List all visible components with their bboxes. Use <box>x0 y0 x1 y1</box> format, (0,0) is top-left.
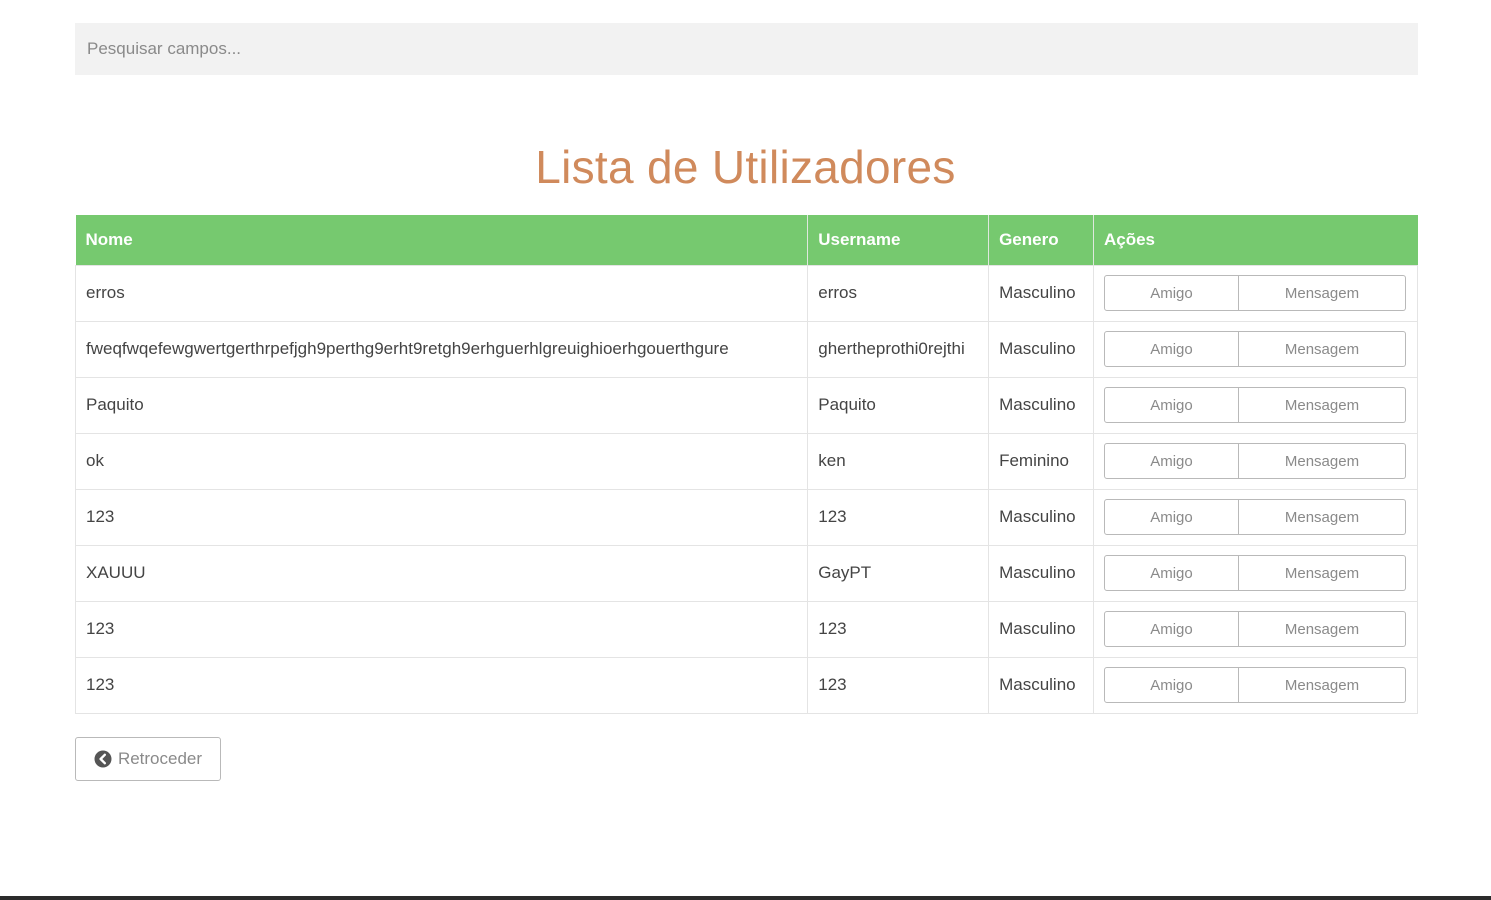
cell-genero: Masculino <box>988 320 1094 377</box>
cell-nome: fweqfwqefewgwertgerthrpefjgh9perthg9erht… <box>74 320 809 377</box>
cell-acoes: Amigo Mensagem <box>1093 320 1419 377</box>
action-button-group: Amigo Mensagem <box>1103 555 1406 591</box>
amigo-button[interactable]: Amigo <box>1103 499 1239 535</box>
amigo-button[interactable]: Amigo <box>1103 611 1239 647</box>
cell-nome: ok <box>74 432 809 489</box>
page-title: Lista de Utilizadores <box>535 141 956 193</box>
action-button-group: Amigo Mensagem <box>1103 499 1406 535</box>
table-row: 123 123 Masculino Amigo Mensagem <box>74 656 1419 714</box>
action-button-group: Amigo Mensagem <box>1103 275 1406 311</box>
users-table: Nome Username Genero Ações erros erros M… <box>74 215 1419 714</box>
cell-acoes: Amigo Mensagem <box>1093 488 1419 545</box>
cell-acoes: Amigo Mensagem <box>1093 376 1419 433</box>
cell-acoes: Amigo Mensagem <box>1093 264 1419 321</box>
cell-acoes: Amigo Mensagem <box>1093 432 1419 489</box>
mensagem-button[interactable]: Mensagem <box>1238 331 1406 367</box>
cell-username: 123 <box>807 656 990 714</box>
window-bottom-edge <box>0 896 1491 900</box>
column-header-nome[interactable]: Nome <box>75 215 809 265</box>
column-header-genero[interactable]: Genero <box>988 215 1094 265</box>
table-row: fweqfwqefewgwertgerthrpefjgh9perthg9erht… <box>74 320 1419 377</box>
table-row: XAUUU GayPT Masculino Amigo Mensagem <box>74 544 1419 601</box>
mensagem-button[interactable]: Mensagem <box>1238 555 1406 591</box>
cell-genero: Masculino <box>988 544 1094 601</box>
action-button-group: Amigo Mensagem <box>1103 387 1406 423</box>
mensagem-button[interactable]: Mensagem <box>1238 499 1406 535</box>
cell-username: 123 <box>807 600 990 657</box>
cell-nome: 123 <box>74 656 809 714</box>
amigo-button[interactable]: Amigo <box>1103 667 1239 703</box>
action-button-group: Amigo Mensagem <box>1103 611 1406 647</box>
table-row: erros erros Masculino Amigo Mensagem <box>74 264 1419 321</box>
action-button-group: Amigo Mensagem <box>1103 331 1406 367</box>
table-row: Paquito Paquito Masculino Amigo Mensagem <box>74 376 1419 433</box>
cell-genero: Feminino <box>988 432 1094 489</box>
cell-genero: Masculino <box>988 600 1094 657</box>
cell-username: 123 <box>807 488 990 545</box>
table-row: 123 123 Masculino Amigo Mensagem <box>74 600 1419 657</box>
amigo-button[interactable]: Amigo <box>1103 331 1239 367</box>
cell-acoes: Amigo Mensagem <box>1093 656 1419 714</box>
back-button-label: Retroceder <box>117 749 203 768</box>
cell-nome: 123 <box>74 488 809 545</box>
table-header-row: Nome Username Genero Ações <box>75 215 1418 265</box>
cell-nome: Paquito <box>74 376 809 433</box>
cell-username: ken <box>807 432 990 489</box>
mensagem-button[interactable]: Mensagem <box>1238 611 1406 647</box>
action-button-group: Amigo Mensagem <box>1103 667 1406 703</box>
back-button[interactable]: Retroceder <box>75 737 221 781</box>
amigo-button[interactable]: Amigo <box>1103 555 1239 591</box>
amigo-button[interactable]: Amigo <box>1103 275 1239 311</box>
cell-nome: XAUUU <box>74 544 809 601</box>
table-row: 123 123 Masculino Amigo Mensagem <box>74 488 1419 545</box>
cell-genero: Masculino <box>988 264 1094 321</box>
mensagem-button[interactable]: Mensagem <box>1238 443 1406 479</box>
mensagem-button[interactable]: Mensagem <box>1238 667 1406 703</box>
cell-nome: 123 <box>74 600 809 657</box>
column-header-username[interactable]: Username <box>807 215 990 265</box>
chevron-left-circle-icon <box>94 750 112 768</box>
cell-username: erros <box>807 264 990 321</box>
amigo-button[interactable]: Amigo <box>1103 387 1239 423</box>
cell-username: GayPT <box>807 544 990 601</box>
cell-username: Paquito <box>807 376 990 433</box>
cell-genero: Masculino <box>988 376 1094 433</box>
cell-nome: erros <box>74 264 809 321</box>
amigo-button[interactable]: Amigo <box>1103 443 1239 479</box>
cell-genero: Masculino <box>988 656 1094 714</box>
cell-acoes: Amigo Mensagem <box>1093 600 1419 657</box>
mensagem-button[interactable]: Mensagem <box>1238 275 1406 311</box>
mensagem-button[interactable]: Mensagem <box>1238 387 1406 423</box>
search-input[interactable] <box>75 23 1418 75</box>
cell-username: ghertheprothi0rejthi <box>807 320 990 377</box>
table-row: ok ken Feminino Amigo Mensagem <box>74 432 1419 489</box>
column-header-acoes: Ações <box>1093 215 1418 265</box>
cell-genero: Masculino <box>988 488 1094 545</box>
cell-acoes: Amigo Mensagem <box>1093 544 1419 601</box>
action-button-group: Amigo Mensagem <box>1103 443 1406 479</box>
